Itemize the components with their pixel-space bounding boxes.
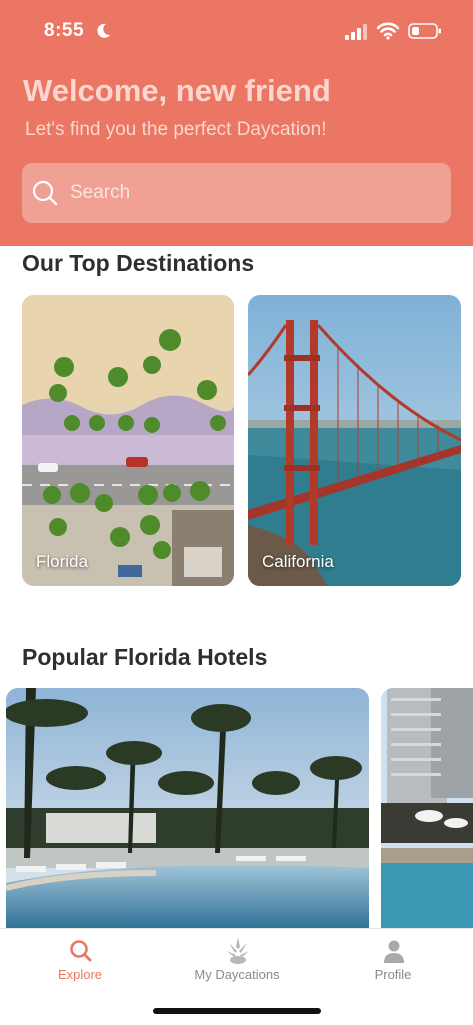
moon-icon [97,23,110,38]
home-indicator [153,1008,321,1014]
destination-label: Florida [36,552,88,571]
search-bar[interactable]: Search [22,163,451,223]
tab-explore[interactable]: Explore [0,929,160,999]
california-image [248,295,461,586]
welcome-title: Welcome, new friend [23,73,331,108]
hotel-image-tower [381,688,473,930]
tab-label: My Daycations [194,967,280,982]
search-placeholder: Search [70,182,131,203]
destination-card-california[interactable]: California [248,295,461,586]
destination-label: California [262,552,334,571]
status-bar: 8:55 [0,0,473,62]
hotels-title: Popular Florida Hotels [22,644,268,670]
hotel-card[interactable] [6,688,369,930]
status-time: 8:55 [44,20,85,41]
tab-profile[interactable]: Profile [313,929,473,999]
tab-my-daycations[interactable]: My Daycations [157,929,317,999]
tab-label: Profile [374,967,412,982]
florida-image [22,295,234,586]
signal-icon [345,24,367,40]
tab-label: Explore [57,967,103,982]
search-icon [70,940,92,962]
search-icon [32,180,58,206]
person-icon [384,940,404,963]
destinations-title: Our Top Destinations [22,250,255,276]
pineapple-icon [227,937,249,964]
tagline: Let's find you the perfect Daycation! [25,119,327,140]
wifi-icon [377,22,399,40]
header: 8:55 Welcome, new friend Let's find you … [0,0,473,246]
destination-card-florida[interactable]: Florida [22,295,234,586]
battery-icon [408,23,441,39]
hotel-card[interactable] [381,688,473,930]
hotel-image-pool [6,688,369,930]
